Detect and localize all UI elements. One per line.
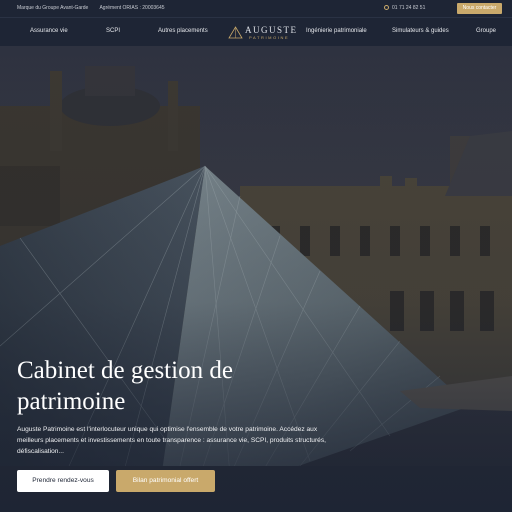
main-navigation: Assurance vie SCPI Autres placements AUG… bbox=[0, 17, 512, 47]
hero-description: Auguste Patrimoine est l'interlocuteur u… bbox=[17, 426, 326, 455]
free-assessment-button[interactable]: Bilan patrimonial offert bbox=[116, 470, 215, 492]
phone-number: 01 71 24 82 51 bbox=[392, 5, 426, 11]
book-appointment-button[interactable]: Prendre rendez-vous bbox=[17, 470, 109, 492]
logo-triangle-icon bbox=[228, 26, 243, 39]
nav-item-ingenierie-patrimoniale[interactable]: Ingénierie patrimoniale bbox=[306, 28, 367, 34]
phone-link[interactable]: 01 71 24 82 51 bbox=[384, 5, 425, 11]
nav-item-groupe[interactable]: Groupe bbox=[476, 28, 496, 34]
logo-name: AUGUSTE bbox=[245, 25, 298, 35]
site-logo[interactable]: AUGUSTE PATRIMOINE bbox=[228, 24, 296, 42]
top-info-bar: Marque du Groupe Avant-Garde Agrément OR… bbox=[0, 0, 512, 17]
logo-subtitle: PATRIMOINE bbox=[249, 35, 290, 40]
nav-item-simulateurs-guides[interactable]: Simulateurs & guides bbox=[392, 28, 449, 34]
nav-item-autres-placements[interactable]: Autres placements bbox=[158, 28, 208, 34]
hero-title: Cabinet de gestion de patrimoine bbox=[17, 357, 233, 415]
group-brand-text: Marque du Groupe Avant-Garde bbox=[17, 5, 89, 11]
phone-icon bbox=[384, 5, 389, 11]
top-info-left: Marque du Groupe Avant-Garde Agrément OR… bbox=[17, 5, 175, 11]
contact-button[interactable]: Nous contacter bbox=[457, 3, 502, 14]
nav-item-scpi[interactable]: SCPI bbox=[106, 28, 120, 34]
hero-section: Cabinet de gestion de patrimoine Auguste… bbox=[0, 46, 512, 512]
orias-text: Agrément ORIAS : 20003645 bbox=[99, 5, 165, 11]
nav-item-assurance-vie[interactable]: Assurance vie bbox=[30, 28, 68, 34]
